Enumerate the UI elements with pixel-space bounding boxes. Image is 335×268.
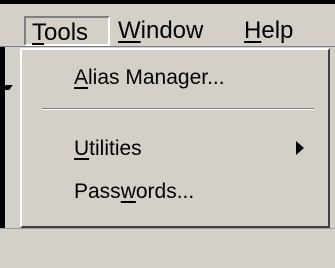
tools-menu: Alias Manager... Utilities Passwords... [20,48,330,228]
utilities-mnemonic: U [74,137,90,160]
utilities-rest: tilities [89,137,142,160]
menu-window[interactable]: Window [112,16,228,46]
menu-help-mnemonic: H [244,17,262,44]
menu-window-mnemonic: W [118,17,141,44]
menu-item-utilities[interactable]: Utilities [74,134,304,164]
window-body [0,228,335,268]
menu-item-passwords[interactable]: Passwords... [74,177,304,207]
alias-manager-rest: lias Manager... [88,66,225,89]
menu-help[interactable]: Help [238,16,318,46]
passwords-mnemonic: w [120,180,136,203]
menu-item-alias-manager[interactable]: Alias Manager... [74,63,304,93]
menu-separator [42,108,314,110]
menu-tools-mnemonic: T [32,19,44,46]
menu-bar: Tools Window Help [0,4,335,47]
menu-tools[interactable]: Tools [24,16,110,46]
menu-tools-rest: ools [44,19,89,46]
passwords-rest: ords... [135,180,195,203]
submenu-arrow-icon [296,141,304,155]
menu-window-rest: indow [140,17,204,44]
menu-help-rest: elp [261,17,294,44]
passwords-prefix: Pass [74,180,121,203]
alias-manager-mnemonic: A [74,66,89,89]
